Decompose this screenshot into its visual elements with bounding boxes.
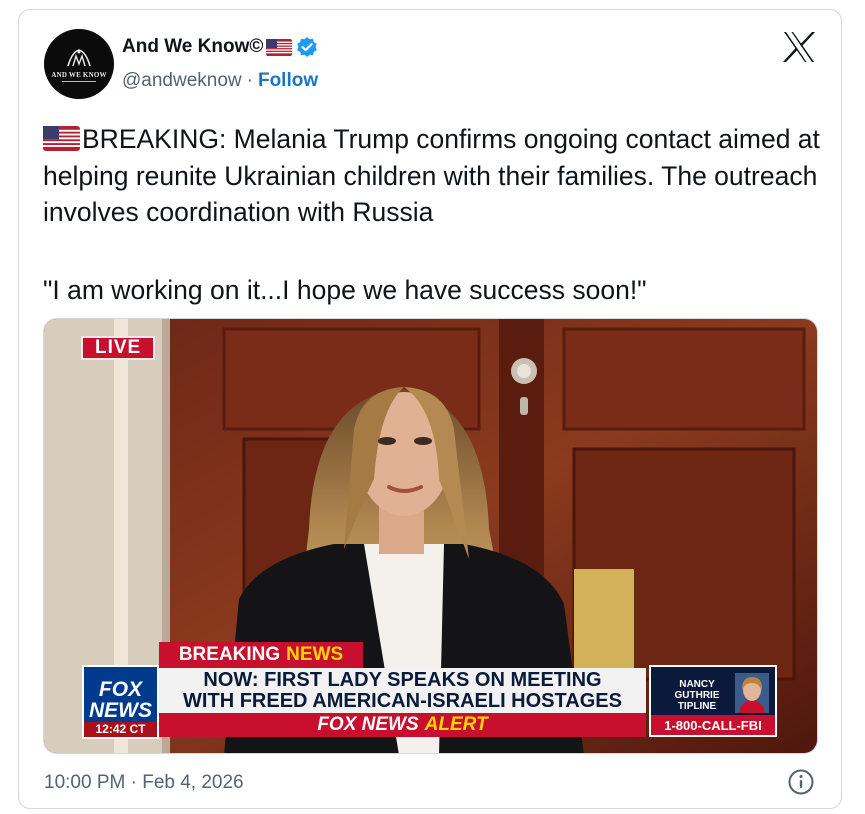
alert-brand: FOX NEWS <box>317 714 419 735</box>
follow-button[interactable]: Follow <box>258 70 318 92</box>
fox-news-logo: FOX NEWS 12:42 CT <box>82 665 159 739</box>
headline-line2: WITH FREED AMERICAN-ISRAELI HOSTAGES <box>183 690 622 712</box>
live-badge: LIVE <box>81 336 156 360</box>
tweet-body: BREAKING: Melania Trump confirms ongoing… <box>43 124 828 227</box>
tweet-quote: "I am working on it...I hope we have suc… <box>43 275 647 305</box>
separator-dot: · <box>246 70 253 91</box>
tweet-text: BREAKING: Melania Trump confirms ongoing… <box>43 121 823 231</box>
us-flag-icon <box>266 38 293 56</box>
avatar-underline <box>62 81 96 82</box>
tipline-title: NANCY GUTHRIE TIPLINE <box>674 679 720 712</box>
info-icon[interactable] <box>787 768 815 796</box>
author-display-name[interactable]: And We Know© <box>122 36 263 58</box>
fox-logo-line2: NEWS <box>89 699 152 722</box>
author-avatar[interactable]: AND WE KNOW <box>44 29 114 99</box>
tipline-phone: 1-800-CALL-FBI <box>651 715 775 735</box>
alert-word: ALERT <box>424 714 488 735</box>
tweet-media-video[interactable]: LIVE BREAKING NEWS FOX NEWS 12:42 CT NOW… <box>43 318 818 754</box>
avatar-wordmark: AND WE KNOW <box>51 71 107 79</box>
author-handle-row: @andweknow · Follow <box>122 70 318 92</box>
us-flag-icon <box>43 126 80 151</box>
fox-news-alert-bar: FOX NEWS ALERT <box>159 713 646 737</box>
x-logo-icon[interactable] <box>782 31 816 63</box>
news-label: NEWS <box>286 644 344 665</box>
verified-badge-icon <box>297 37 318 57</box>
author-name-row: And We Know© <box>122 36 318 58</box>
avatar-logo-icon <box>67 49 91 67</box>
broadcast-clock: 12:42 CT <box>84 722 157 737</box>
tweet-card: AND WE KNOW And We Know© @andweknow · Fo… <box>18 9 842 809</box>
author-handle[interactable]: @andweknow <box>122 70 242 92</box>
breaking-label: BREAKING <box>178 644 281 665</box>
chyron-headline: NOW: FIRST LADY SPEAKS ON MEETING WITH F… <box>159 668 646 713</box>
tipline-box: NANCY GUTHRIE TIPLINE 1-800-CALL-FBI <box>649 665 777 737</box>
fox-logo-line1: FOX <box>98 678 143 701</box>
tweet-timestamp[interactable]: 10:00 PM · Feb 4, 2026 <box>44 772 244 794</box>
breaking-news-tag: BREAKING NEWS <box>159 642 363 668</box>
headline-line1: NOW: FIRST LADY SPEAKS ON MEETING <box>203 669 602 691</box>
tipline-portrait-icon <box>735 673 769 713</box>
